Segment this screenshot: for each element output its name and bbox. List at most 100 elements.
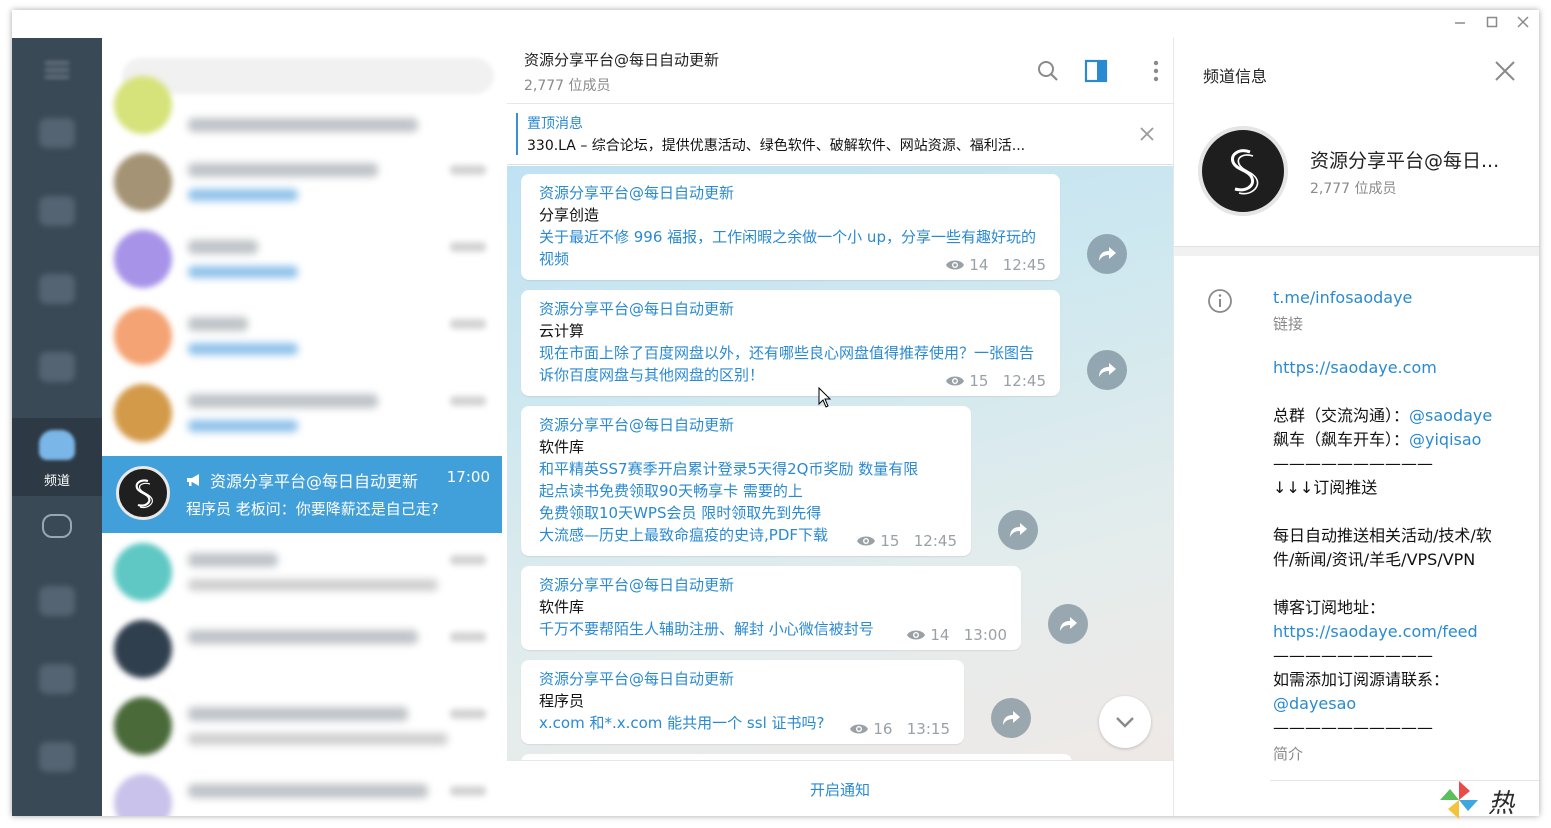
subscribe-text: ↓↓↓订阅推送 [1273,478,1378,497]
message-bubble[interactable]: 资源分享平台@每日自动更新 程序员 x.com 和*.x.com 能共用一个 s… [521,660,964,744]
list-item[interactable] [102,297,502,374]
folder-item[interactable] [12,652,102,730]
folder-item-channels[interactable]: 频道 [12,418,102,496]
list-item[interactable] [102,374,502,451]
search-input[interactable] [122,58,494,94]
message-link[interactable]: 和平精英SS7赛季开启累计登录5天得2Q币奖励 数量有限 [539,458,953,480]
chat-bubble-icon [39,664,75,694]
message-bubble[interactable]: 资源分享平台@每日自动更新 云计算 现在市面上除了百度网盘以外，还有哪些良心网盘… [521,290,1060,396]
views-icon [850,724,869,734]
folder-item[interactable] [12,184,102,262]
message-meta: 15 12:45 [856,532,957,550]
minimize-button[interactable] [1446,14,1474,34]
scroll-down-button[interactable] [1099,696,1151,748]
message-link[interactable]: 免费领取10天WPS会员 限时领取先到先得 [539,502,953,524]
conversation-title[interactable]: 资源分享平台@每日自动更新 [524,49,719,70]
message-meta: 14 13:00 [906,626,1007,644]
message-tag: 软件库 [539,598,585,616]
message-channel[interactable]: 资源分享平台@每日自动更新 [539,298,1042,320]
views-icon [946,260,965,270]
channel-name: 资源分享平台@每日... [1310,150,1500,172]
sidebar-toggle-icon[interactable] [1083,58,1109,84]
contact-label: 如需添加订阅源请联系： [1273,670,1450,689]
avatar [114,384,172,442]
message-meta: 16 13:15 [849,720,950,738]
channel-link[interactable]: t.me/infosaodaye [1273,286,1412,310]
forward-button[interactable] [998,510,1038,550]
message-bubble[interactable]: 资源分享平台@每日自动更新 软件库 千万不要帮陌生人辅助注册、解封 小心微信被封… [521,566,1021,650]
message-channel[interactable]: 资源分享平台@每日自动更新 [539,574,1003,596]
chat-list: 资源分享平台@每日自动更新 17:00 程序员 老板问：你要降薪还是自己走? [102,38,502,816]
close-icon[interactable] [1492,58,1518,84]
pinned-close-button[interactable] [1139,123,1155,147]
blog-label: 博客订阅地址： [1273,598,1386,617]
message-meta: 15 12:45 [945,372,1046,390]
list-item[interactable] [102,687,502,764]
separator-line: —————————— [1273,646,1433,665]
pinned-label: 置顶消息 [527,116,583,132]
folder-item[interactable] [12,106,102,184]
conversation-header: 资源分享平台@每日自动更新 2,777 位成员 [507,38,1173,104]
chat-last-message: 程序员 老板问：你要降薪还是自己走? [186,500,439,518]
folder-item[interactable] [12,340,102,418]
folder-item[interactable] [12,574,102,652]
message-link[interactable]: 起点读书免费领取90天畅享卡 需要的上 [539,480,953,502]
car-line: 飙车（飙车开车）：@yiqisao [1273,430,1482,449]
blog-feed-link[interactable]: https://saodaye.com/feed [1273,620,1478,644]
pinned-message[interactable]: 置顶消息 330.LA – 综合论坛，提供优惠活动、绿色软件、破解软件、网站资源… [507,105,1173,165]
telegram-window: 频道 资源分享平台@每日自动更新 17:00 程序员 老板问：你要降薪还是自己走… [12,10,1539,816]
avatar [114,76,172,134]
message-channel[interactable]: 资源分享平台@每日自动更新 [539,668,946,690]
forward-button[interactable] [991,698,1031,738]
list-item[interactable] [102,143,502,220]
conversation-panel: 资源分享平台@每日自动更新 2,777 位成员 置顶消息 330.LA – 综合… [507,38,1173,816]
avatar [114,230,172,288]
list-item-active-channel[interactable]: 资源分享平台@每日自动更新 17:00 程序员 老板问：你要降薪还是自己走? [102,456,502,533]
share-arrow-icon [1003,711,1020,725]
chat-bubble-icon [39,586,75,616]
close-window-button[interactable] [1509,14,1537,34]
avatar [114,307,172,365]
share-arrow-icon [1010,523,1027,537]
folders-sidebar: 频道 [12,38,102,816]
info-icon [1208,289,1232,313]
menu-icon[interactable] [45,62,69,78]
channel-logo-icon [1230,149,1259,195]
chat-bubble-icon [39,274,75,304]
list-item[interactable] [102,610,502,687]
member-count: 2,777 位成员 [1310,181,1397,197]
robot-icon [42,514,72,538]
message-bubble[interactable]: 资源分享平台@每日自动更新 软件库 和平精英SS7赛季开启累计登录5天得2Q币奖… [521,406,971,556]
chat-time: 17:00 [446,468,490,486]
message-bubble[interactable]: 资源分享平台@每日自动更新 分享创造 关于最近不修 996 福报，工作闲暇之余做… [521,174,1060,280]
more-options-icon[interactable] [1143,58,1169,84]
list-item[interactable] [102,220,502,297]
avatar[interactable] [1198,126,1288,216]
message-tag: 分享创造 [539,206,600,224]
minimize-icon [1455,22,1465,24]
avatar [114,153,172,211]
website-link[interactable]: https://saodaye.com [1273,356,1437,380]
folder-item[interactable] [12,730,102,808]
folder-item[interactable] [12,262,102,340]
search-icon[interactable] [1035,58,1061,84]
forward-button[interactable] [1048,604,1088,644]
maximize-button[interactable] [1478,14,1506,34]
contact-handle-link[interactable]: @dayesao [1273,692,1356,716]
chat-bubble-icon [39,742,75,772]
folder-item-bots[interactable] [12,496,102,574]
group-handle-link[interactable]: @saodaye [1409,406,1492,425]
forward-button[interactable] [1087,234,1127,274]
message-channel[interactable]: 资源分享平台@每日自动更新 [539,182,1042,204]
list-item[interactable] [102,764,502,816]
car-handle-link[interactable]: @yiqisao [1409,430,1481,449]
forward-button[interactable] [1087,350,1127,390]
group-line: 总群（交流沟通）：@saodaye [1273,406,1493,425]
chat-bubble-icon [39,118,75,148]
message-channel[interactable]: 资源分享平台@每日自动更新 [539,414,953,436]
enable-notifications-button[interactable]: 开启通知 [507,779,1173,800]
separator-line: —————————— [1273,718,1433,737]
list-item[interactable] [102,533,502,610]
pinwheel-logo-icon [1440,781,1478,819]
megaphone-icon [186,473,202,491]
